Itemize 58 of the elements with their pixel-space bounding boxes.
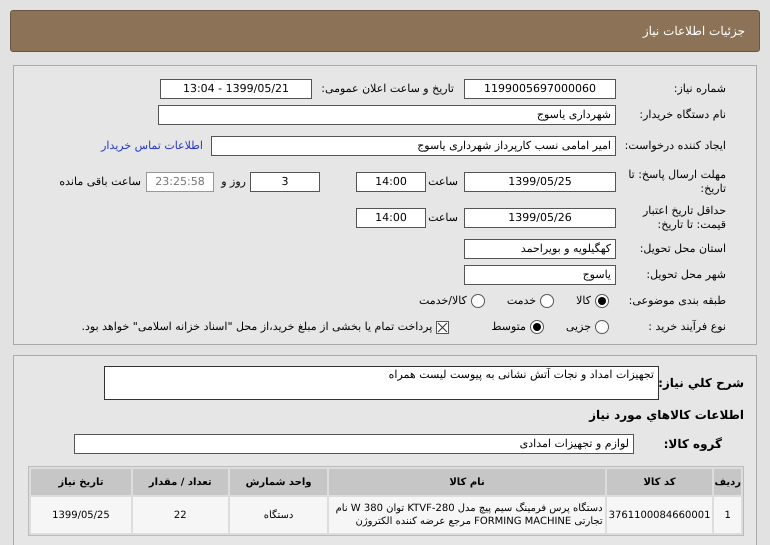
radio-label: متوسط [491, 318, 526, 335]
column-header: تاریخ نیاز [31, 469, 131, 495]
field-label: نام دستگاه خریدار: [638, 108, 726, 122]
column-header: تعداد / مقدار [132, 469, 228, 495]
time-field: 14:00 [356, 172, 426, 192]
field-label: شماره نیاز: [672, 82, 726, 96]
cross-icon [437, 322, 448, 332]
announce-date-field: 1399/05/21 - 13:04 [160, 79, 312, 99]
radio-button[interactable] [470, 294, 485, 308]
goods-group-field: لوازم و تجهیزات امدادی [74, 434, 634, 454]
remaining-time-field: 23:25:58 [146, 172, 214, 192]
column-header: ردیف [714, 469, 741, 495]
buyer-field: شهرداری یاسوج [158, 105, 616, 125]
section-heading: اطلاعات کالاهاي مورد نياز [588, 407, 744, 424]
radio-label: جزیی [566, 318, 591, 335]
days-field: 3 [250, 172, 320, 192]
radio-label: کالا/خدمت [419, 292, 467, 309]
radio-label: خدمت [506, 292, 536, 309]
radio-button[interactable] [530, 320, 544, 334]
buyer-contact-link[interactable]: اطلاعات تماس خریدار [101, 138, 203, 154]
field-label: طبقه بندی موضوعی: [631, 294, 726, 308]
creator-field: امیر امامی نسب کارپرداز شهرداری یاسوج [211, 136, 616, 156]
radio-label: کالا [576, 292, 591, 309]
field-label: شهر محل تحویل: [645, 268, 726, 282]
table-cell: 1399/05/25 [31, 497, 131, 533]
table-cell: 1 [714, 497, 741, 533]
field-label: حداقل تاریخ اعتبار قیمت: تا تاریخ: [642, 204, 726, 232]
radio-button[interactable] [540, 294, 554, 308]
field-label: ساعت [427, 175, 459, 189]
radio-button[interactable] [595, 320, 609, 334]
field-label: روز و [220, 175, 247, 189]
field-label: ساعت باقی مانده [58, 175, 142, 189]
city-field: یاسوج [464, 265, 616, 285]
table-cell: دستگاه پرس فرمینگ سیم پیچ مدل KTVF-280 توان 380 W نام تجارتی FORMING MACHINE مرجع عرضه کننده الکتروژن [329, 497, 605, 533]
field-label: ایجاد کننده درخواست: [624, 139, 726, 153]
checkbox-label: پرداخت تمام یا بخشی از مبلغ خرید،از محل "اسناد خزانه اسلامی" خواهد بود. [82, 318, 432, 335]
need-number-field: 1199005697000060 [464, 79, 616, 99]
field-label: نوع فرآیند خرید : [647, 320, 726, 334]
table-cell: 3761100084660001 [606, 497, 712, 533]
field-label: مهلت ارسال پاسخ: تا تاریخ: [627, 168, 726, 196]
radio-button[interactable] [595, 294, 609, 308]
column-header: نام کالا [329, 469, 605, 495]
time-field: 14:00 [356, 208, 426, 228]
field-label: شرح کلي نياز: [659, 375, 744, 392]
field-label: استان محل تحویل: [638, 242, 726, 256]
window-title: جزئیات اطلاعات نیاز [642, 23, 745, 40]
province-field: کهگیلویه و بویراحمد [464, 239, 616, 259]
table-cell: 22 [132, 497, 228, 533]
column-header: واحد شمارش [230, 469, 328, 495]
field-label: ساعت [427, 211, 459, 225]
table-cell: دستگاه [230, 497, 328, 533]
column-header: کد کالا [606, 469, 712, 495]
field-label: گروه کالا: [662, 436, 723, 452]
checkbox[interactable] [436, 320, 450, 334]
description-field: تجهیزات امداد و نجات آتش نشانی به پیوست لیست همراه [104, 366, 659, 400]
date-field: 1399/05/25 [464, 172, 616, 192]
date-field: 1399/05/26 [464, 208, 616, 228]
field-label: تاریخ و ساعت اعلان عمومی: [320, 82, 455, 96]
